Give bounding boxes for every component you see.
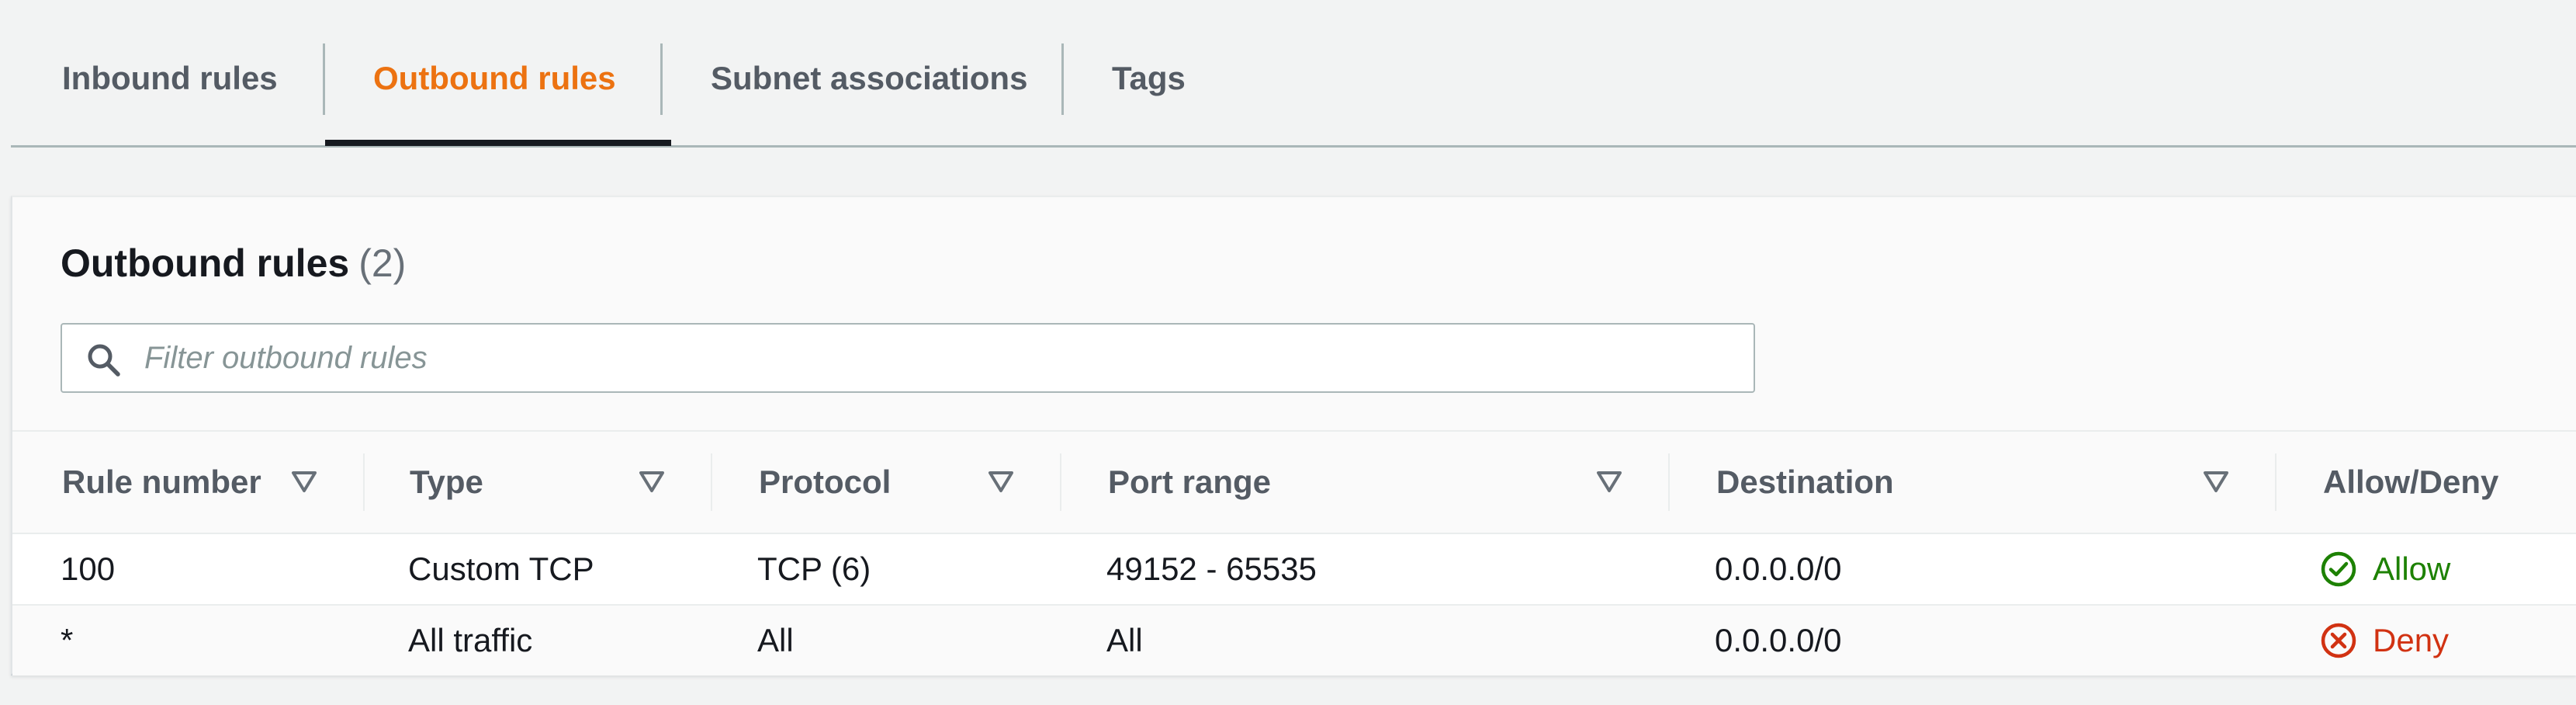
column-header-destination[interactable]: Destination	[1716, 432, 1894, 533]
sort-triangle-icon[interactable]	[638, 467, 666, 495]
cell-protocol: TCP (6)	[757, 550, 871, 587]
cell-rule-number: 100	[61, 550, 116, 587]
tab-bar: Inbound rules Outbound rules Subnet asso…	[11, 0, 2576, 148]
rule-count: (2)	[358, 241, 407, 285]
cell-type: Custom TCP	[408, 550, 594, 587]
column-divider	[1668, 453, 1670, 511]
cell-protocol: All	[757, 622, 794, 658]
cell-type: All traffic	[408, 622, 533, 658]
cell-port-range: All	[1106, 622, 1143, 658]
check-circle-icon	[2320, 550, 2365, 588]
cell-port-range: 49152 - 65535	[1106, 550, 1317, 587]
search-input[interactable]	[143, 325, 1741, 391]
column-divider	[1060, 453, 1061, 511]
table-header: Rule number Type Protocol Port range Des…	[12, 430, 2576, 534]
column-divider	[711, 453, 712, 511]
tab-divider	[1061, 43, 1064, 115]
deny-status: Deny	[2320, 622, 2449, 659]
column-header-type[interactable]: Type	[410, 432, 483, 533]
active-tab-indicator	[325, 140, 671, 146]
panel-title-text: Outbound rules	[61, 241, 350, 285]
tab-inbound-rules[interactable]: Inbound rules	[62, 42, 278, 115]
allow-status: Allow	[2320, 550, 2450, 588]
cell-destination: 0.0.0.0/0	[1715, 622, 1842, 658]
tab-tags[interactable]: Tags	[1112, 42, 1186, 115]
status-label: Deny	[2373, 622, 2450, 658]
sort-triangle-icon[interactable]	[2202, 467, 2230, 495]
outbound-rules-panel: Outbound rules(2) Rule number Type Proto…	[11, 196, 2576, 675]
column-header-allow-deny[interactable]: Allow/Deny	[2323, 432, 2498, 533]
x-circle-icon	[2320, 622, 2365, 659]
tab-subnet-associations[interactable]: Subnet associations	[711, 42, 1027, 115]
table-row[interactable]: * All traffic All All 0.0.0.0/0 Deny	[12, 606, 2576, 675]
panel-title: Outbound rules (2)	[61, 241, 406, 286]
search-icon	[85, 342, 121, 377]
column-header-protocol[interactable]: Protocol	[759, 432, 891, 533]
tab-divider	[323, 43, 325, 115]
column-header-port-range[interactable]: Port range	[1108, 432, 1271, 533]
status-label: Allow	[2373, 550, 2451, 587]
sort-triangle-icon[interactable]	[290, 467, 318, 495]
sort-triangle-icon[interactable]	[1595, 467, 1623, 495]
column-divider	[363, 453, 365, 511]
cell-allow-deny: Allow	[2320, 534, 2450, 604]
cell-rule-number: *	[61, 622, 74, 658]
search-box[interactable]	[61, 323, 1755, 393]
sort-triangle-icon[interactable]	[987, 467, 1015, 495]
column-divider	[2275, 453, 2277, 511]
table-row[interactable]: 100 Custom TCP TCP (6) 49152 - 65535 0.0…	[12, 534, 2576, 606]
column-header-rule-number[interactable]: Rule number	[62, 432, 261, 533]
cell-destination: 0.0.0.0/0	[1715, 550, 1842, 587]
tab-divider	[660, 43, 663, 115]
tab-outbound-rules[interactable]: Outbound rules	[373, 42, 616, 115]
cell-allow-deny: Deny	[2320, 606, 2449, 675]
